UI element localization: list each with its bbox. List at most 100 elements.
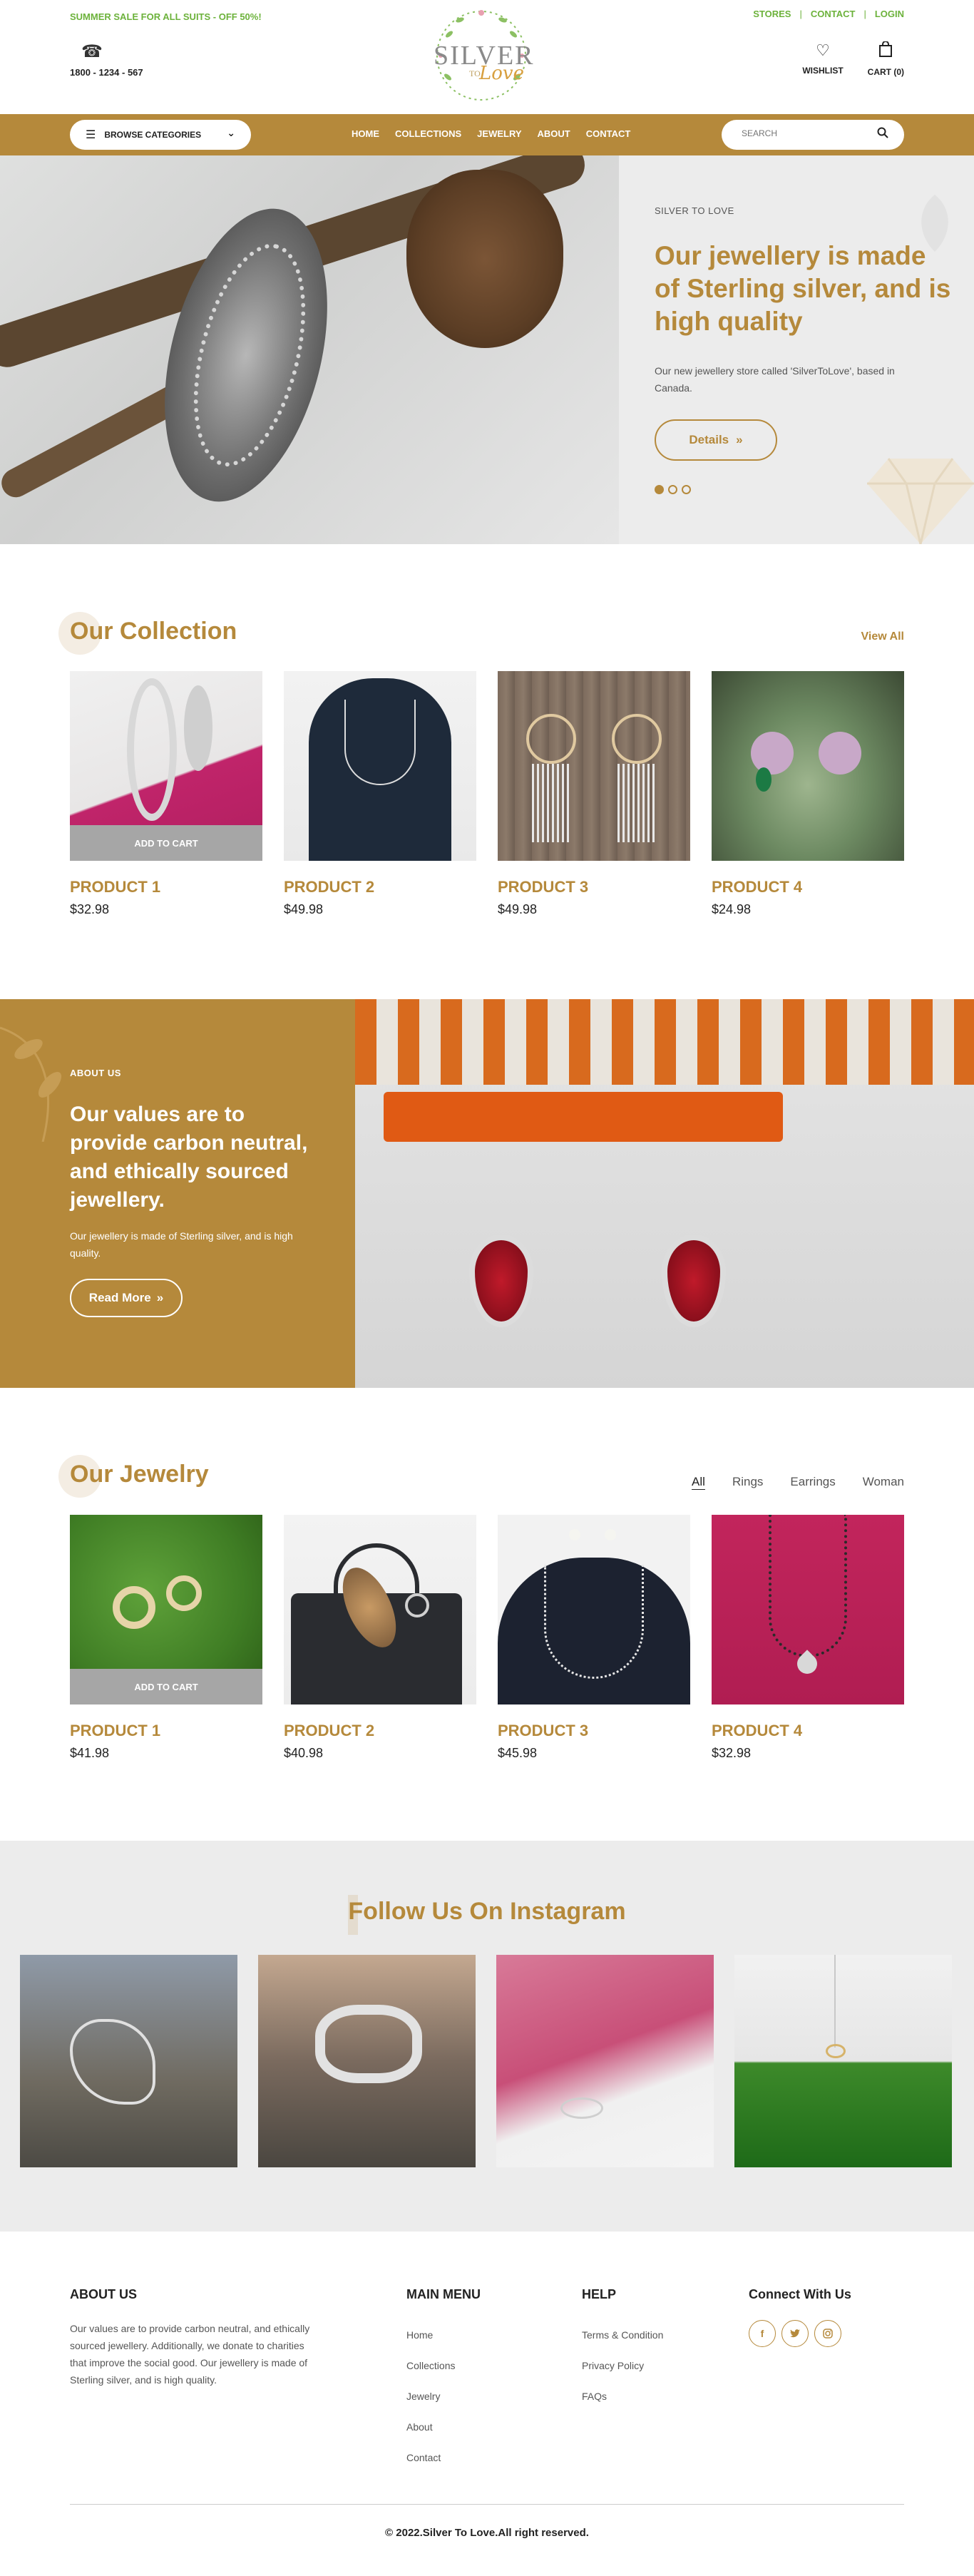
tab-earrings[interactable]: Earrings: [790, 1475, 835, 1489]
earring-shape: [184, 685, 212, 771]
product-image[interactable]: [712, 1515, 904, 1704]
login-link[interactable]: LOGIN: [875, 9, 904, 19]
product-image[interactable]: [284, 671, 476, 861]
product-card[interactable]: PRODUCT 3 $49.98: [498, 671, 690, 916]
browse-categories-button[interactable]: ☰ BROWSE CATEGORIES ⌄: [70, 120, 251, 150]
slider-dots: [655, 485, 691, 494]
details-button[interactable]: Details »: [655, 419, 777, 461]
footer-link-contact[interactable]: Contact: [406, 2443, 455, 2473]
bird-pendant-shape: [70, 2019, 155, 2105]
product-card[interactable]: PRODUCT 3 $45.98: [498, 1515, 690, 1760]
add-to-cart-button[interactable]: ADD TO CART: [70, 1669, 262, 1704]
hero-kicker: SILVER TO LOVE: [655, 205, 734, 216]
product-name[interactable]: PRODUCT 1: [70, 1722, 160, 1740]
product-name[interactable]: PRODUCT 3: [498, 878, 588, 896]
nav-links: HOME COLLECTIONS JEWELRY ABOUT CONTACT: [352, 128, 630, 139]
product-card[interactable]: PRODUCT 2 $49.98: [284, 671, 476, 916]
product-card[interactable]: ADD TO CART PRODUCT 1 $41.98: [70, 1515, 262, 1760]
header-actions: ♡ WISHLIST CART (0): [802, 41, 904, 77]
nav-jewelry[interactable]: JEWELRY: [477, 128, 521, 139]
footer-link-jewelry[interactable]: Jewelry: [406, 2381, 455, 2412]
twitter-icon[interactable]: [781, 2320, 809, 2347]
footer-link-about[interactable]: About: [406, 2412, 455, 2443]
product-name[interactable]: PRODUCT 3: [498, 1722, 588, 1740]
footer-link-home[interactable]: Home: [406, 2320, 455, 2351]
slider-dot[interactable]: [682, 485, 691, 494]
stores-link[interactable]: STORES: [753, 9, 791, 19]
hero-description: Our new jewellery store called 'SilverTo…: [655, 365, 895, 394]
instagram-photo[interactable]: [20, 1955, 237, 2167]
footer-link-terms[interactable]: Terms & Condition: [582, 2320, 663, 2351]
search-input[interactable]: [742, 128, 870, 138]
butterfly-earring-shape: [751, 732, 794, 775]
red-earring-shape: [469, 1235, 533, 1327]
silver-ring-shape: [315, 2005, 422, 2083]
site-footer: ABOUT US Our values are to provide carbo…: [0, 2232, 974, 2576]
product-name[interactable]: PRODUCT 4: [712, 1722, 802, 1740]
product-image[interactable]: ADD TO CART: [70, 671, 262, 861]
tab-all[interactable]: All: [692, 1475, 705, 1489]
copyright-text: © 2022.Silver To Love.All right reserved…: [385, 2527, 589, 2539]
product-image[interactable]: [284, 1515, 476, 1704]
nav-home[interactable]: HOME: [352, 128, 379, 139]
heart-icon: ♡: [816, 41, 830, 59]
about-title: Our values are to provide carbon neutral…: [70, 1103, 308, 1212]
jewelry-title: Our Jewelry: [70, 1461, 209, 1488]
tab-woman[interactable]: Woman: [863, 1475, 904, 1489]
product-image[interactable]: ADD TO CART: [70, 1515, 262, 1704]
nav-about[interactable]: ABOUT: [538, 128, 570, 139]
product-name[interactable]: PRODUCT 1: [70, 878, 160, 896]
product-price: $49.98: [284, 902, 324, 916]
logo-love: Love: [479, 63, 524, 84]
nav-collections[interactable]: COLLECTIONS: [395, 128, 461, 139]
footer-link-faqs[interactable]: FAQs: [582, 2381, 663, 2412]
product-price: $32.98: [70, 902, 110, 916]
instagram-photo[interactable]: [258, 1955, 476, 2167]
divider: |: [863, 9, 866, 19]
bow-earring-shape: [560, 2097, 603, 2119]
nav-contact[interactable]: CONTACT: [586, 128, 631, 139]
search-icon[interactable]: [877, 127, 888, 142]
view-all-link[interactable]: View All: [861, 630, 904, 643]
slider-dot[interactable]: [655, 485, 664, 494]
product-card[interactable]: PRODUCT 4 $24.98: [712, 671, 904, 916]
footer-help-title: HELP: [582, 2287, 617, 2301]
instagram-icon[interactable]: [814, 2320, 841, 2347]
product-card[interactable]: ADD TO CART PRODUCT 1 $32.98: [70, 671, 262, 916]
instagram-photo[interactable]: [496, 1955, 714, 2167]
hero-image: [0, 155, 619, 544]
product-name[interactable]: PRODUCT 2: [284, 1722, 374, 1740]
product-image[interactable]: [498, 1515, 690, 1704]
tab-rings[interactable]: Rings: [732, 1475, 763, 1489]
product-image[interactable]: [498, 671, 690, 861]
phone-number[interactable]: 1800 - 1234 - 567: [70, 67, 143, 78]
contact-link[interactable]: CONTACT: [811, 9, 856, 19]
diamond-icon: [867, 458, 974, 544]
product-price: $41.98: [70, 1746, 110, 1760]
wishlist-button[interactable]: ♡ WISHLIST: [802, 41, 843, 77]
instagram-photo[interactable]: [734, 1955, 952, 2167]
phone-icon: ☎: [81, 42, 103, 61]
about-description: Our jewellery is made of Sterling silver…: [70, 1230, 293, 1259]
footer-link-collections[interactable]: Collections: [406, 2351, 455, 2381]
read-more-button[interactable]: Read More »: [70, 1279, 183, 1317]
product-price: $45.98: [498, 1746, 538, 1760]
double-chevron-right-icon: »: [156, 1291, 164, 1304]
slider-dot[interactable]: [668, 485, 677, 494]
site-logo[interactable]: SILVER TO Love: [428, 6, 535, 106]
footer-connect-title: Connect With Us: [749, 2287, 851, 2301]
promo-banner[interactable]: SUMMER SALE FOR ALL SUITS - OFF 50%!: [70, 11, 262, 22]
fringe-shape: [617, 764, 656, 842]
footer-menu-title: MAIN MENU: [406, 2287, 481, 2301]
add-to-cart-button[interactable]: ADD TO CART: [70, 825, 262, 861]
product-card[interactable]: PRODUCT 4 $32.98: [712, 1515, 904, 1760]
browse-label: BROWSE CATEGORIES: [104, 130, 202, 140]
footer-link-privacy[interactable]: Privacy Policy: [582, 2351, 663, 2381]
product-image[interactable]: [712, 671, 904, 861]
product-price: $24.98: [712, 902, 752, 916]
cart-button[interactable]: CART (0): [868, 41, 904, 77]
product-name[interactable]: PRODUCT 2: [284, 878, 374, 896]
product-name[interactable]: PRODUCT 4: [712, 878, 802, 896]
facebook-icon[interactable]: f: [749, 2320, 776, 2347]
product-card[interactable]: PRODUCT 2 $40.98: [284, 1515, 476, 1760]
